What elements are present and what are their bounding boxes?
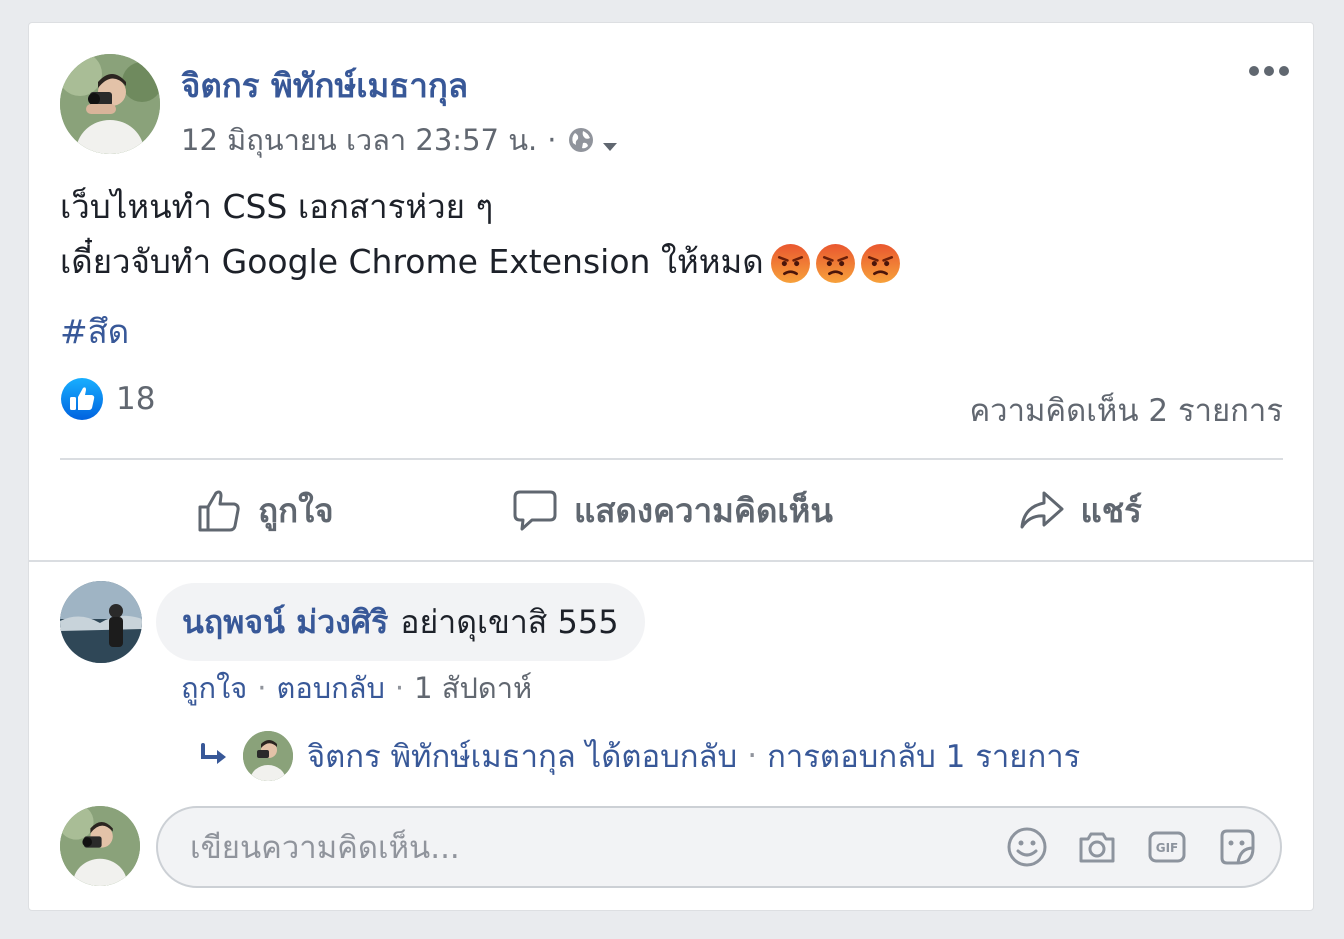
share-icon [1020, 491, 1064, 529]
thumbs-up-icon [198, 490, 240, 532]
author-name[interactable]: จิตกร พิทักษ์เมธากุล [181, 59, 468, 112]
post-card: จิตกร พิทักษ์เมธากุล 12 มิถุนายน เวลา 23… [28, 22, 1314, 911]
hashtag-link[interactable]: #สึด [60, 305, 129, 358]
svg-text:GIF: GIF [1156, 841, 1179, 855]
more-options-icon[interactable] [1247, 61, 1291, 81]
share-button-label: แชร์ [1080, 490, 1142, 530]
divider [29, 560, 1313, 562]
comment-text: อย่าดุเขาสิ 555 [400, 602, 619, 641]
reaction-summary[interactable]: 18 [60, 377, 155, 421]
reply-author-name: จิตกร พิทักษ์เมธากุล [307, 739, 576, 775]
commenter-avatar[interactable] [60, 581, 142, 663]
globe-icon[interactable] [566, 125, 596, 155]
emoji-row [770, 243, 901, 284]
post-text: เว็บไหนทำ CSS เอกสารห่วย ๆ เดี๋ยวจับทำ G… [60, 179, 901, 289]
reply-action-text: ได้ตอบกลับ [585, 739, 738, 775]
composer-icons: GIF [1006, 826, 1258, 868]
like-reaction-icon [60, 377, 104, 421]
comment-icon [513, 490, 557, 531]
comment-separator: · [394, 671, 405, 705]
meta-separator: · [547, 123, 557, 157]
reaction-count: 18 [116, 381, 156, 417]
post-meta: 12 มิถุนายน เวลา 23:57 น. · [181, 117, 620, 163]
current-user-avatar[interactable] [60, 806, 140, 886]
reply-arrow-icon [199, 741, 233, 771]
post-text-line-1: เว็บไหนทำ CSS เอกสารห่วย ๆ [60, 187, 494, 226]
action-bar: ถูกใจ แสดงความคิดเห็น แชร์ [60, 460, 1283, 560]
comment-like-link[interactable]: ถูกใจ [181, 671, 247, 705]
post-text-line-2: เดี๋ยวจับทำ Google Chrome Extension ให้ห… [60, 234, 901, 289]
comment-input[interactable] [188, 820, 972, 876]
share-button[interactable]: แชร์ [875, 484, 1283, 537]
comment-button-label: แสดงความคิดเห็น [574, 490, 833, 530]
comment-button[interactable]: แสดงความคิดเห็น [468, 484, 876, 537]
comment-composer: GIF [156, 806, 1282, 888]
sticker-icon[interactable] [1216, 826, 1258, 868]
comment-count-link[interactable]: ความคิดเห็น 2 รายการ [969, 385, 1283, 435]
reply-separator: · [747, 738, 758, 774]
like-button[interactable]: ถูกใจ [60, 484, 468, 537]
commenter-name[interactable]: นฤพจน์ ม่วงศิริ [182, 597, 388, 648]
reply-author-avatar [243, 731, 293, 781]
emoji-icon[interactable] [1006, 826, 1048, 868]
like-button-label: ถูกใจ [258, 490, 334, 530]
camera-icon[interactable] [1076, 826, 1118, 868]
reply-count: การตอบกลับ 1 รายการ [767, 739, 1081, 775]
angry-emoji-icon [770, 243, 811, 284]
gif-icon[interactable]: GIF [1146, 826, 1188, 868]
angry-emoji-icon [860, 243, 901, 284]
comment-separator: · [257, 671, 267, 705]
view-replies-link[interactable]: จิตกร พิทักษ์เมธากุล ได้ตอบกลับ · การตอบกล… [199, 731, 1080, 781]
comment-time[interactable]: 1 สัปดาห์ [414, 671, 532, 705]
privacy-caret-icon[interactable] [600, 130, 620, 151]
angry-emoji-icon [815, 243, 856, 284]
comment-actions: ถูกใจ · ตอบกลับ · 1 สัปดาห์ [181, 665, 532, 711]
post-text-line-2-content: เดี๋ยวจับทำ Google Chrome Extension ให้ห… [60, 242, 764, 281]
comment-bubble: นฤพจน์ ม่วงศิริ อย่าดุเขาสิ 555 [156, 583, 645, 661]
comment-reply-link[interactable]: ตอบกลับ [277, 671, 385, 705]
author-avatar[interactable] [60, 54, 160, 154]
post-timestamp[interactable]: 12 มิถุนายน เวลา 23:57 น. [181, 117, 537, 163]
